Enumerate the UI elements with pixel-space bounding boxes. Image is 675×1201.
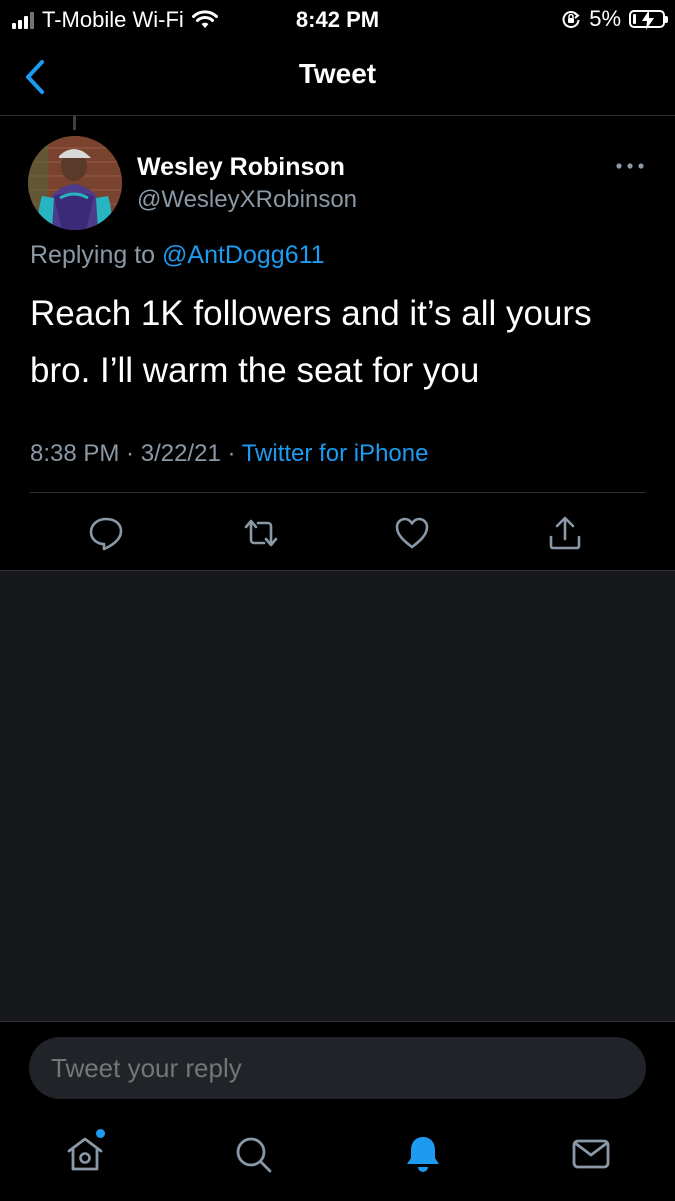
thread-connector-line	[73, 116, 76, 130]
page-title: Tweet	[298, 58, 377, 89]
battery-percent: 5%	[589, 6, 621, 31]
author-name[interactable]: Wesley Robinson	[137, 153, 345, 182]
status-bar: T-Mobile Wi-Fi 8:42 PM 5%	[0, 0, 675, 38]
notifications-icon[interactable]	[402, 1133, 444, 1175]
status-right: 5%	[561, 6, 668, 32]
reply-composer-bar	[0, 1021, 675, 1201]
replying-to-prefix: Replying to	[30, 241, 163, 269]
replying-to-mention-link[interactable]: @AntDogg611	[162, 241, 325, 269]
retweet-icon[interactable]	[243, 515, 279, 551]
battery-charging-icon	[629, 10, 668, 30]
reply-icon[interactable]	[88, 515, 124, 551]
new-tweets-dot	[96, 1129, 105, 1138]
replying-to-line: Replying to @AntDogg611	[30, 241, 325, 270]
search-icon[interactable]	[232, 1133, 274, 1175]
empty-replies-area	[0, 570, 675, 1023]
share-icon[interactable]	[547, 515, 583, 551]
author-handle[interactable]: @WesleyXRobinson	[137, 186, 357, 214]
messages-icon[interactable]	[570, 1133, 612, 1175]
tweet-meta: 8:38 PM · 3/22/21 · Twitter for iPhone	[30, 440, 428, 468]
more-options-icon[interactable]	[614, 158, 646, 174]
tweet-text-line: bro. I’ll warm the seat for you	[30, 351, 480, 390]
tweet-text-line: Reach 1K followers and it’s all yours	[30, 294, 592, 333]
avatar[interactable]	[28, 136, 122, 230]
home-icon[interactable]	[64, 1133, 106, 1175]
tweet-source-link[interactable]: Twitter for iPhone	[242, 440, 429, 467]
reply-input[interactable]	[29, 1037, 646, 1099]
tweet-date: 3/22/21	[140, 440, 221, 467]
tweet-time: 8:38 PM	[30, 440, 120, 467]
divider	[30, 492, 646, 493]
meta-separator: ·	[119, 440, 141, 467]
navigation-bar: Tweet	[0, 38, 675, 116]
tweet-text: Reach 1K followers and it’s all yours br…	[30, 285, 650, 399]
meta-separator: ·	[220, 440, 242, 467]
like-icon[interactable]	[394, 515, 430, 551]
orientation-lock-icon	[562, 11, 580, 29]
